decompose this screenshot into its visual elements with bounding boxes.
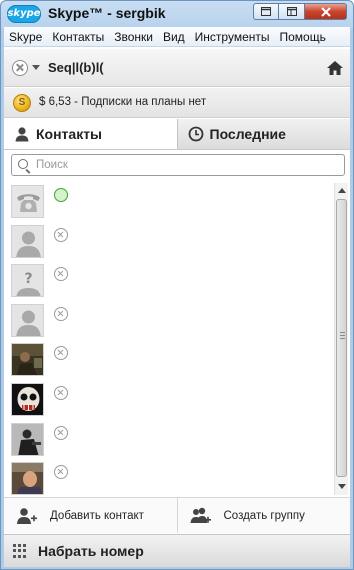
- dial-label: Набрать номер: [38, 543, 144, 559]
- offline-status-icon: [54, 227, 68, 242]
- skull-avatar: [11, 382, 44, 416]
- offline-status-icon: [54, 267, 68, 282]
- contact-row[interactable]: [8, 421, 334, 461]
- search-input[interactable]: [36, 157, 336, 173]
- scroll-down-icon[interactable]: [337, 482, 347, 492]
- main-panel: Seq|l(b)l( S $ 6,53 - Подписки на планы …: [4, 47, 350, 567]
- phone-icon: [12, 186, 43, 217]
- menu-calls[interactable]: Звонки: [109, 30, 158, 44]
- skype-credit-icon: S: [13, 94, 31, 112]
- dial-bar[interactable]: Набрать номер: [4, 534, 350, 567]
- menu-bar: Skype Контакты Звонки Вид Инструменты По…: [4, 27, 350, 47]
- offline-status-icon: [54, 306, 68, 321]
- phone-status-icon: [54, 188, 68, 202]
- menu-skype[interactable]: Skype: [4, 30, 47, 44]
- close-button[interactable]: [305, 3, 347, 20]
- default-avatar: [11, 303, 44, 337]
- restore-icon: [261, 7, 271, 16]
- unknown-avatar: ?: [11, 264, 44, 298]
- tab-recent-label: Последние: [209, 126, 286, 142]
- add-contact-icon: [17, 507, 37, 524]
- create-group-label: Создать группу: [223, 509, 305, 522]
- tab-recent[interactable]: Последние: [176, 119, 350, 149]
- contact-row[interactable]: [8, 223, 334, 263]
- clock-icon: [188, 126, 203, 142]
- photo-avatar: [11, 343, 44, 377]
- add-contact-button[interactable]: Добавить контакт: [4, 498, 177, 533]
- contact-list-scrollbar[interactable]: [334, 183, 348, 495]
- contact-row[interactable]: [8, 381, 334, 421]
- chevron-down-icon[interactable]: [32, 65, 40, 70]
- contact-row[interactable]: [8, 183, 334, 223]
- restore-button[interactable]: [253, 3, 279, 20]
- tab-contacts[interactable]: Контакты: [4, 119, 177, 149]
- minimize-button[interactable]: [279, 3, 305, 20]
- search-box[interactable]: [11, 154, 345, 176]
- scroll-grip-icon: [340, 332, 345, 340]
- person-avatar-icon: [12, 225, 43, 257]
- menu-help[interactable]: Помощь: [275, 30, 331, 44]
- minimize-icon: [286, 7, 297, 16]
- contact-row[interactable]: [8, 341, 334, 381]
- search-icon: [18, 159, 28, 169]
- scroll-up-icon[interactable]: [337, 186, 347, 196]
- credit-text[interactable]: $ 6,53 - Подписки на планы нет: [39, 96, 206, 108]
- default-avatar: [11, 224, 44, 258]
- phone-avatar: [11, 185, 44, 218]
- question-avatar-icon: ?: [12, 265, 43, 297]
- svg-text:?: ?: [24, 271, 32, 287]
- profile-name[interactable]: Seq|l(b)l(: [48, 60, 104, 75]
- contact-list: ?: [8, 183, 334, 495]
- window-controls: [253, 3, 347, 20]
- skull-avatar-image: [12, 383, 43, 415]
- menu-contacts[interactable]: Контакты: [47, 30, 109, 44]
- contact-actions: Добавить контакт Создать группу: [4, 497, 350, 533]
- skype-window: skype Skype™ - sergbik Skype Контакты Зв…: [0, 0, 354, 570]
- credit-bar[interactable]: S $ 6,53 - Подписки на планы нет: [4, 88, 350, 118]
- photo-avatar: [11, 422, 44, 456]
- contact-row[interactable]: [8, 460, 334, 495]
- scroll-thumb[interactable]: [336, 199, 347, 477]
- photo-avatar-image: [12, 423, 43, 455]
- photo-avatar-image: [12, 463, 43, 495]
- photo-avatar: [11, 462, 44, 495]
- offline-status-icon: [54, 425, 68, 440]
- menu-tools[interactable]: Инструменты: [190, 30, 275, 44]
- dialpad-icon: [13, 543, 28, 559]
- home-icon[interactable]: [326, 59, 344, 77]
- contact-row[interactable]: [8, 302, 334, 342]
- tab-bar: Контакты Последние: [4, 119, 350, 150]
- add-contact-label: Добавить контакт: [50, 509, 144, 522]
- skype-logo: skype: [7, 5, 41, 23]
- offline-status-icon: [54, 346, 68, 361]
- title-bar[interactable]: skype Skype™ - sergbik: [1, 1, 353, 27]
- contact-row[interactable]: ?: [8, 262, 334, 302]
- create-group-icon: [190, 507, 211, 523]
- person-avatar-icon: [12, 304, 43, 336]
- tab-contacts-label: Контакты: [36, 126, 103, 142]
- person-icon: [15, 127, 29, 142]
- photo-avatar-image: [12, 344, 43, 376]
- window-title: Skype™ - sergbik: [48, 5, 166, 21]
- offline-status-icon: [54, 465, 68, 480]
- offline-status-icon: [54, 385, 68, 400]
- close-icon: [320, 6, 331, 17]
- profile-bar[interactable]: Seq|l(b)l(: [4, 49, 350, 87]
- menu-view[interactable]: Вид: [158, 30, 190, 44]
- create-group-button[interactable]: Создать группу: [176, 498, 351, 533]
- offline-status-icon[interactable]: [12, 60, 28, 76]
